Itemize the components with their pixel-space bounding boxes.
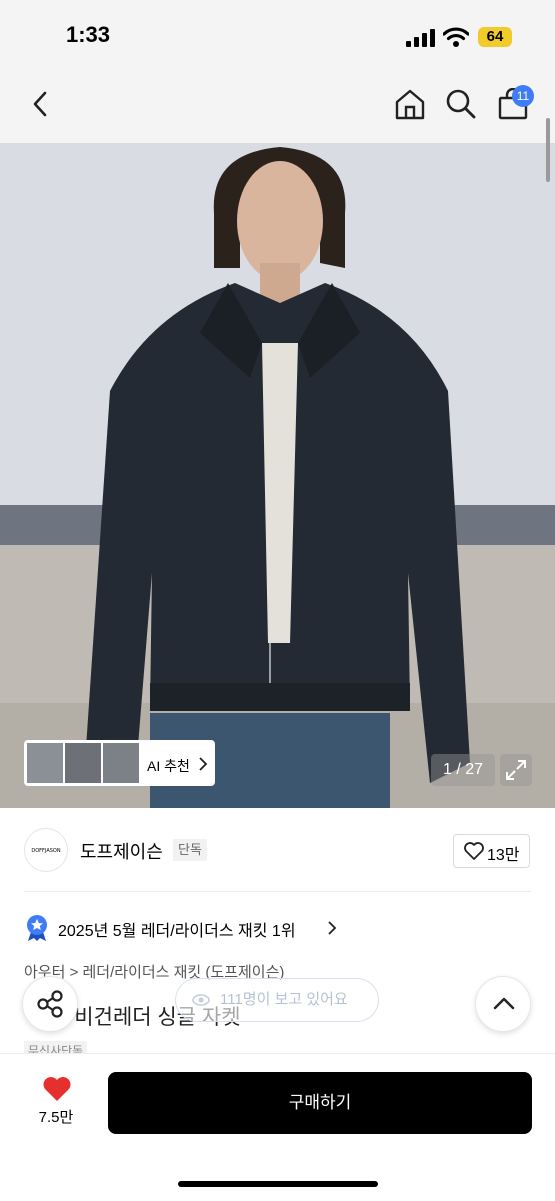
chevron-right-icon (199, 757, 208, 771)
product-image[interactable] (0, 143, 555, 808)
chevron-up-icon (493, 997, 515, 1010)
home-icon[interactable] (393, 87, 427, 121)
eye-icon (192, 994, 210, 1006)
thumbnail-3[interactable] (103, 743, 139, 783)
expand-icon (506, 760, 526, 780)
scrollbar[interactable] (546, 118, 550, 182)
scroll-top-button[interactable] (475, 976, 531, 1032)
viewer-count-text: 111명이 보고 있어요 (220, 991, 348, 1008)
award-badge-icon (27, 915, 47, 941)
buy-button[interactable]: 구매하기 (108, 1072, 532, 1134)
product-photo (0, 143, 555, 808)
thumbnail-1[interactable] (27, 743, 63, 783)
signal-icon (406, 29, 435, 47)
ranking-link[interactable]: 2025년 5월 레더/라이더스 재킷 1위 (58, 917, 296, 941)
battery-indicator: 64 (478, 27, 512, 47)
thumbnail-2[interactable] (65, 743, 101, 783)
share-icon (37, 990, 63, 1018)
brand-logo[interactable]: DOFFJASON (24, 828, 68, 872)
back-icon[interactable] (30, 90, 50, 118)
viewer-count-pill: 111명이 보고 있어요 (175, 978, 379, 1022)
expand-button[interactable] (500, 754, 532, 786)
cart-count-badge: 11 (512, 85, 534, 107)
share-button[interactable] (22, 976, 78, 1032)
home-indicator (178, 1181, 378, 1187)
chevron-right-icon (328, 921, 337, 935)
search-icon[interactable] (445, 88, 477, 120)
brand-name[interactable]: 도프제이슨 (80, 838, 163, 864)
heart-icon[interactable] (41, 1075, 73, 1103)
brand-like-count: 13만 (487, 847, 520, 864)
image-counter: 1 / 27 (431, 754, 495, 786)
ai-recommend-label[interactable]: AI 추천 (147, 756, 190, 776)
divider (24, 891, 531, 892)
heart-outline-icon (464, 842, 484, 860)
status-time: 1:33 (66, 22, 111, 47)
like-count: 7.5만 (38, 1109, 74, 1126)
wifi-icon (443, 27, 469, 47)
exclusive-tag: 단독 (173, 839, 207, 861)
